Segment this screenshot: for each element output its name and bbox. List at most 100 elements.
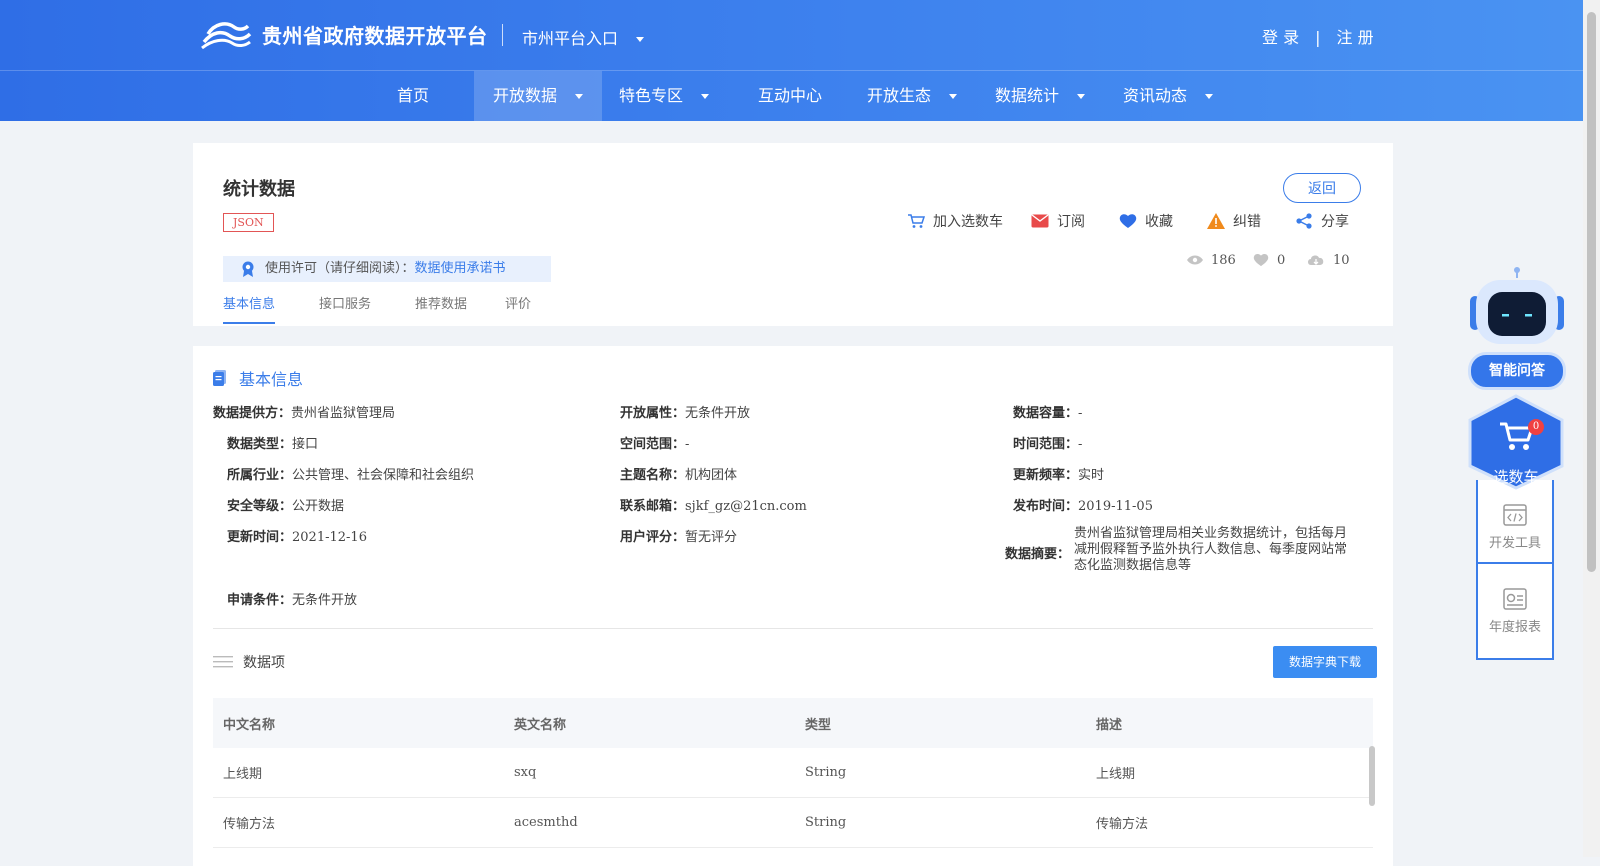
table-scrollbar[interactable] <box>1369 746 1375 806</box>
register-link[interactable]: 注 册 <box>1336 24 1373 48</box>
chevron-down-icon <box>701 94 709 99</box>
nav-item-statistics[interactable]: 数据统计 <box>990 71 1090 121</box>
list-icon <box>213 656 233 668</box>
table-row: 上线期 sxq String 上线期 <box>213 748 1373 798</box>
nav-item-label: 首页 <box>396 86 429 105</box>
table-cell: acesmthd <box>504 797 795 848</box>
cart-icon <box>908 214 925 228</box>
main-nav: 首页 开放数据 特色专区 互动中心 开放生态 数据统计 资讯动态 <box>0 71 1583 121</box>
chevron-down-icon <box>636 37 645 42</box>
share-label: 分享 <box>1321 214 1349 230</box>
back-button[interactable]: 返回 <box>1283 173 1361 203</box>
info-label: 联系邮箱： <box>620 499 686 514</box>
column-header-cn-name[interactable]: 中文名称 <box>213 698 504 748</box>
login-link[interactable]: 登 录 <box>1262 24 1299 48</box>
info-provider: 数据提供方：贵州省监狱管理局 <box>213 402 395 421</box>
info-data-type: 数据类型：接口 <box>227 433 318 452</box>
info-frequency: 更新频率：实时 <box>1013 464 1104 483</box>
info-label: 数据摘要： <box>1005 547 1071 562</box>
info-label: 安全等级： <box>227 499 293 514</box>
info-open-attr: 开放属性：无条件开放 <box>620 402 750 421</box>
table-cell: 传输方法 <box>213 797 504 848</box>
favorite-button[interactable]: 收藏 <box>1119 211 1173 231</box>
nav-item-ecosystem[interactable]: 开放生态 <box>862 71 962 121</box>
nav-item-interaction[interactable]: 互动中心 <box>742 71 838 121</box>
info-value: - <box>1078 437 1083 452</box>
share-button[interactable]: 分享 <box>1295 211 1349 231</box>
data-items-header: 数据项 <box>213 652 285 672</box>
info-value: 暂无评分 <box>685 530 738 545</box>
column-header-description[interactable]: 描述 <box>1086 698 1373 748</box>
share-icon <box>1296 213 1312 229</box>
info-rating: 用户评分：暂无评分 <box>620 526 737 545</box>
logo-icon[interactable] <box>200 18 252 52</box>
heart-icon <box>1119 214 1137 228</box>
nav-item-special[interactable]: 特色专区 <box>614 71 714 121</box>
dev-tools-button[interactable]: 开发工具 <box>1478 480 1552 560</box>
chevron-down-icon <box>949 94 957 99</box>
tab-api-service[interactable]: 接口服务 <box>319 293 371 322</box>
page-scrollbar[interactable] <box>1583 0 1600 857</box>
info-update-time: 更新时间：2021-12-16 <box>227 526 367 545</box>
subscribe-button[interactable]: 订阅 <box>1031 211 1085 231</box>
mail-icon <box>1031 214 1049 228</box>
data-items-table: 中文名称 英文名称 类型 描述 上线期 sxq String 上线期 传输方法 … <box>213 698 1373 848</box>
tab-recommended[interactable]: 推荐数据 <box>415 293 467 322</box>
info-label: 所属行业： <box>227 468 293 483</box>
license-link[interactable]: 数据使用承诺书 <box>415 261 506 276</box>
heart-outline-icon <box>1253 254 1269 267</box>
info-capacity: 数据容量：- <box>1013 402 1082 421</box>
dictionary-download-button[interactable]: 数据字典下载 <box>1273 646 1377 678</box>
warning-icon <box>1207 213 1225 229</box>
info-email: 联系邮箱：sjkf_gz@21cn.com <box>620 495 807 514</box>
chevron-down-icon <box>1205 94 1213 99</box>
table-cell: sxq <box>504 748 795 798</box>
section-title-label: 基本信息 <box>239 370 304 389</box>
nav-item-label: 资讯动态 <box>1122 86 1187 105</box>
auth-links: 登 录 | 注 册 <box>1262 24 1374 48</box>
info-summary: 数据摘要： 贵州省监狱管理局相关业务数据统计，包括每月减刑假释暂予监外执行人数信… <box>1005 526 1358 574</box>
nav-item-label: 特色专区 <box>618 86 683 105</box>
add-to-cart-label: 加入选数车 <box>933 214 1003 230</box>
info-value: 公共管理、社会保障和社会组织 <box>292 468 475 483</box>
info-security: 安全等级：公开数据 <box>227 495 344 514</box>
code-icon <box>1503 504 1527 526</box>
likes-count: 0 <box>1277 252 1286 268</box>
table-cell: String <box>795 797 1086 848</box>
info-label: 用户评分： <box>620 530 686 545</box>
column-header-type[interactable]: 类型 <box>795 698 1086 748</box>
format-badge: JSON <box>223 213 274 232</box>
nav-item-open-data[interactable]: 开放数据 <box>474 71 602 121</box>
info-value: 2021-12-16 <box>292 530 367 545</box>
nav-item-news[interactable]: 资讯动态 <box>1118 71 1218 121</box>
info-label: 数据类型： <box>227 437 293 452</box>
annual-report-button[interactable]: 年度报表 <box>1478 562 1552 644</box>
add-to-cart-button[interactable]: 加入选数车 <box>907 211 1003 231</box>
info-value: 接口 <box>292 437 319 452</box>
nav-item-label: 互动中心 <box>757 86 822 105</box>
nav-item-home[interactable]: 首页 <box>380 71 446 121</box>
info-publish-time: 发布时间：2019-11-05 <box>1013 495 1153 514</box>
section-title: 基本信息 <box>213 366 303 390</box>
city-entry-dropdown[interactable]: 市州平台入口 <box>522 25 645 49</box>
info-industry: 所属行业：公共管理、社会保障和社会组织 <box>227 464 474 483</box>
annual-report-label: 年度报表 <box>1488 620 1541 635</box>
info-value: - <box>685 437 690 452</box>
page-scrollbar-thumb[interactable] <box>1587 12 1596 572</box>
ai-qa-button[interactable]: 智能问答 <box>1468 352 1566 390</box>
data-cart-button[interactable]: 0 选数车 <box>1466 394 1566 490</box>
tab-basic-info[interactable]: 基本信息 <box>223 293 276 324</box>
info-label: 数据提供方： <box>213 406 292 421</box>
site-title[interactable]: 贵州省政府数据开放平台 <box>262 20 488 49</box>
views-stat: 186 <box>1187 253 1236 268</box>
eye-icon <box>1187 255 1203 265</box>
award-icon <box>242 261 254 277</box>
robot-icon[interactable] <box>1462 266 1572 346</box>
correct-button[interactable]: 纠错 <box>1207 211 1261 231</box>
dataset-header-card: 统计数据 返回 JSON 加入选数车 订阅 收藏 纠错 分享 使用许可（请仔细阅… <box>193 143 1393 326</box>
column-header-en-name[interactable]: 英文名称 <box>504 698 795 748</box>
info-label: 数据容量： <box>1013 406 1079 421</box>
tab-rating[interactable]: 评价 <box>505 293 531 322</box>
auth-separator: | <box>1315 28 1321 47</box>
table-cell: 上线期 <box>1086 748 1373 798</box>
